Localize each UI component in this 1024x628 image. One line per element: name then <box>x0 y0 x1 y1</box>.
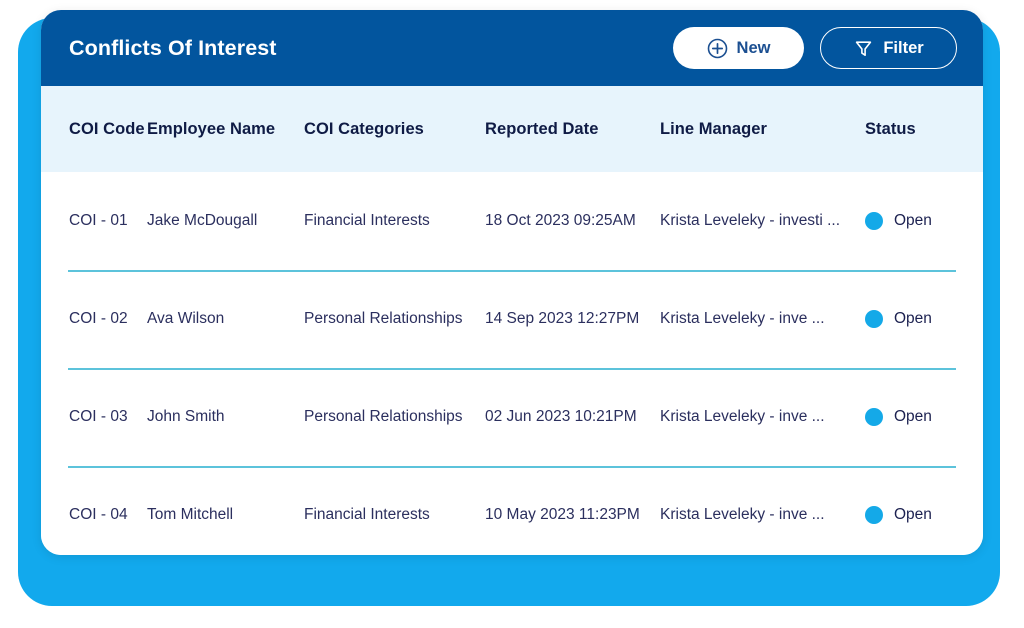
cell-reported-date: 10 May 2023 11:23PM <box>485 506 640 523</box>
status-label: Open <box>894 310 932 327</box>
table-header-row: COI Code Employee Name COI Categories Re… <box>41 86 983 172</box>
cell-line-manager: Krista Leveleky - inve ... <box>660 310 825 327</box>
plus-circle-icon <box>707 38 728 59</box>
conflicts-of-interest-card: Conflicts Of Interest New Filter COI Cod… <box>41 10 983 555</box>
cell-reported-date: 14 Sep 2023 12:27PM <box>485 310 640 327</box>
table-row[interactable]: COI - 02 Ava Wilson Personal Relationshi… <box>41 270 983 368</box>
conflicts-table: COI Code Employee Name COI Categories Re… <box>41 86 983 555</box>
status-badge <box>865 310 883 328</box>
filter-button-label: Filter <box>883 38 924 57</box>
header-actions: New Filter <box>673 27 957 69</box>
status-label: Open <box>894 408 932 425</box>
cell-coi-category: Financial Interests <box>304 506 430 523</box>
card-header: Conflicts Of Interest New Filter <box>41 10 983 86</box>
cell-status: Open <box>865 408 983 426</box>
page-root: Conflicts Of Interest New Filter COI Cod… <box>0 0 1024 628</box>
filter-button[interactable]: Filter <box>820 27 957 69</box>
cell-employee-name: Ava Wilson <box>147 310 225 327</box>
column-header-reported-date[interactable]: Reported Date <box>485 120 660 139</box>
cell-line-manager: Krista Leveleky - investi ... <box>660 212 841 229</box>
cell-employee-name: Tom Mitchell <box>147 506 234 523</box>
cell-coi-code: COI - 04 <box>69 506 128 523</box>
column-header-coi-categories[interactable]: COI Categories <box>304 120 485 139</box>
status-label: Open <box>894 506 932 523</box>
new-button-label: New <box>736 38 771 57</box>
status-badge <box>865 506 883 524</box>
cell-line-manager: Krista Leveleky - inve ... <box>660 506 825 523</box>
new-button[interactable]: New <box>673 27 804 69</box>
cell-reported-date: 18 Oct 2023 09:25AM <box>485 212 636 229</box>
cell-coi-category: Personal Relationships <box>304 408 463 425</box>
cell-status: Open <box>865 310 983 328</box>
cell-coi-code: COI - 03 <box>69 408 128 425</box>
table-row[interactable]: COI - 04 Tom Mitchell Financial Interest… <box>41 466 983 555</box>
status-badge <box>865 408 883 426</box>
column-header-employee-name[interactable]: Employee Name <box>147 120 304 139</box>
page-title: Conflicts Of Interest <box>69 35 277 60</box>
column-header-status[interactable]: Status <box>865 120 983 139</box>
cell-employee-name: Jake McDougall <box>147 212 258 229</box>
table-row[interactable]: COI - 01 Jake McDougall Financial Intere… <box>41 172 983 270</box>
cell-reported-date: 02 Jun 2023 10:21PM <box>485 408 637 425</box>
status-badge <box>865 212 883 230</box>
cell-coi-category: Financial Interests <box>304 212 430 229</box>
cell-coi-category: Personal Relationships <box>304 310 463 327</box>
cell-employee-name: John Smith <box>147 408 225 425</box>
cell-coi-code: COI - 01 <box>69 212 128 229</box>
column-header-line-manager[interactable]: Line Manager <box>660 120 865 139</box>
table-row[interactable]: COI - 03 John Smith Personal Relationshi… <box>41 368 983 466</box>
cell-status: Open <box>865 212 983 230</box>
status-label: Open <box>894 212 932 229</box>
cell-coi-code: COI - 02 <box>69 310 128 327</box>
column-header-coi-code[interactable]: COI Code <box>41 120 147 139</box>
funnel-icon <box>853 38 874 59</box>
cell-line-manager: Krista Leveleky - inve ... <box>660 408 825 425</box>
cell-status: Open <box>865 506 983 524</box>
